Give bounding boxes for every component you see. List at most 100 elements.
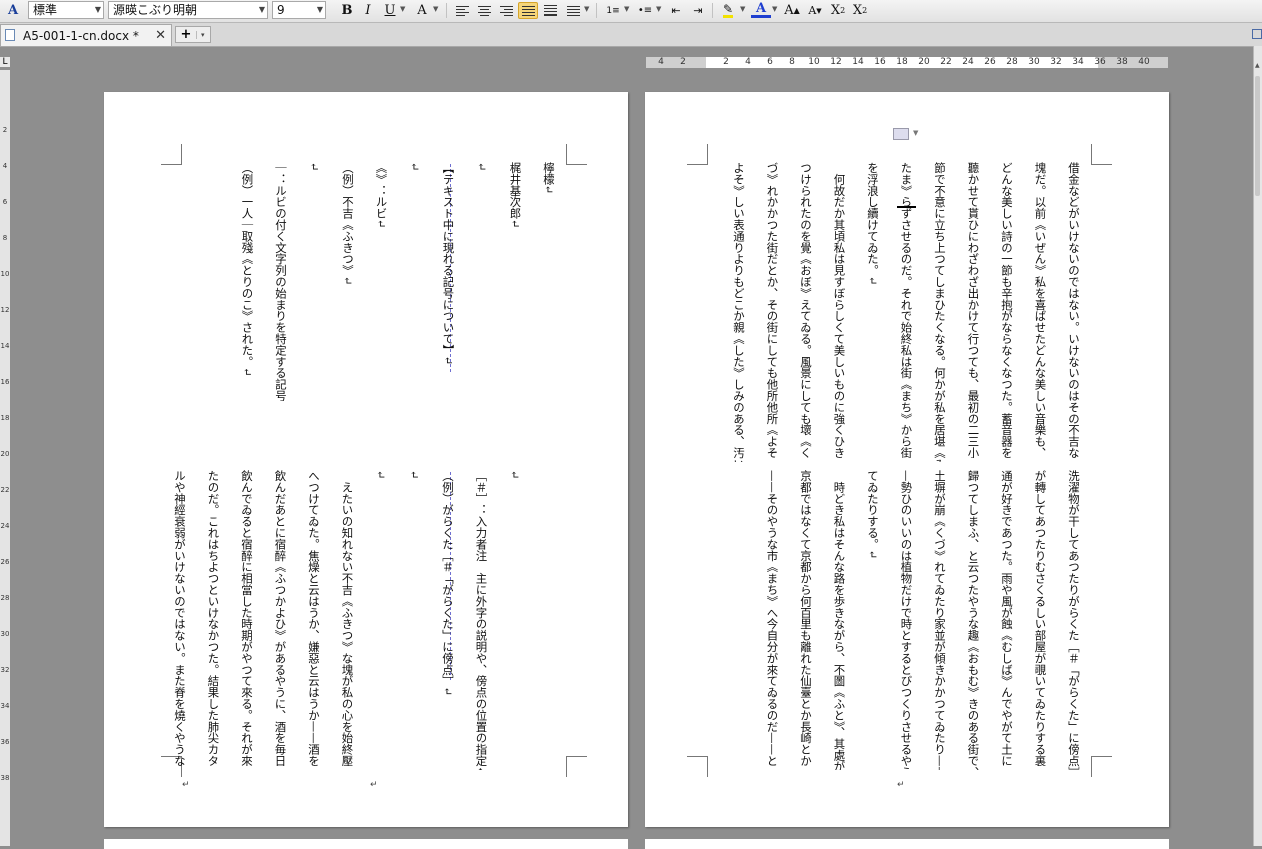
chevron-down-icon[interactable]: ▼ (584, 5, 589, 13)
text-column[interactable]: えたいの知れない不吉《ふきつ》な塊が私の心を始終壓 (341, 470, 355, 766)
align-left-button[interactable] (452, 2, 472, 19)
window-icon[interactable] (1252, 29, 1262, 39)
grow-font-button[interactable]: A ▲ (782, 2, 802, 19)
chevron-down-icon[interactable]: ▼ (400, 5, 405, 13)
toolbar-separator (596, 3, 597, 18)
tab-stop-selector[interactable]: L (0, 57, 10, 67)
text-column[interactable]: 京都ではなくて京都から何百里も離れた仙臺とか長崎とか (799, 470, 813, 766)
italic-button[interactable]: I (358, 2, 378, 19)
text-column[interactable]: てゐたりする。↵ (866, 470, 880, 559)
ruler-mark: 22 (0, 486, 10, 494)
chevron-down-icon[interactable]: ▼ (772, 5, 777, 13)
chevron-down-icon[interactable]: ▼ (433, 5, 438, 13)
text-column[interactable]: よそ》しい表通りよりもどこか親《した》しみのある、汚い (732, 162, 746, 462)
text-column[interactable]: 飲んでゐると宿醉に相當した時期がやつて來る。それが來 (240, 470, 254, 766)
text-column[interactable]: 塊だ。以前《いぜん》私を喜ばせたどんな美しい音樂も、 (1034, 162, 1048, 458)
text-column[interactable]: ↵ (374, 470, 388, 480)
text-column[interactable]: を浮浪し續けてゐた。↵ (866, 162, 880, 286)
justify-button[interactable] (518, 2, 538, 19)
text-column[interactable]: 何故だか其頃私は見すぼらしくて美しいものに強くひき (833, 162, 847, 458)
bullet-list-button[interactable]: •≡ (635, 2, 655, 19)
text-column[interactable]: 【テキスト中に現れる記号について】↵ (442, 162, 456, 365)
styles-icon[interactable]: A (2, 2, 24, 19)
text-column[interactable]: 時どき私はそんな路を歩きながら、不圖《ふと》、其處が (833, 470, 847, 770)
next-page-left (104, 839, 628, 849)
numbered-list-button[interactable]: 1≡ (603, 2, 623, 19)
decrease-indent-button[interactable]: ⇤ (666, 2, 686, 19)
text-column[interactable]: 歸つてしまふ、と云つたやうな趣《おもむ》きのある街で、 (967, 470, 981, 770)
ruler-mark: 10 (808, 57, 820, 67)
page-right[interactable]: ▼ ↵ 借金などがいけないのではない。いけないのはその不吉な 塊だ。以前《いぜん》… (645, 92, 1169, 827)
text-column[interactable]: 聽かせて貰ひにわざわざ出かけて行つても、最初の二三小 (967, 162, 981, 458)
text-column[interactable]: づ》れかかつた街だとか、その街にしても他所他所《よそ (766, 162, 780, 458)
chevron-down-icon: ▼ (316, 5, 323, 14)
page-left[interactable]: ↵ ↵ 檸檬↵ 梶井基次郎↵ ↵ 【テキスト中に現れる記号について】↵ ↵ 《》：ルビ↵ （… (104, 92, 628, 827)
increase-indent-button[interactable]: ⇥ (688, 2, 708, 19)
line-spacing-button[interactable] (563, 2, 583, 19)
font-size-select[interactable]: 9 ▼ (272, 1, 326, 19)
crop-mark (566, 756, 587, 777)
align-center-button[interactable] (474, 2, 494, 19)
text-column[interactable]: 通が好きであつた。雨や風が蝕《むしば》んでやがて土に (1000, 470, 1014, 766)
ruler-mark: 28 (1006, 57, 1018, 67)
text-column[interactable]: 洗濯物が干してあつたりがらくた［＃「がらくた」に傍点］ (1067, 470, 1081, 770)
text-column[interactable]: ｜：ルビの付く文字列の始まりを特定する記号 (274, 162, 288, 401)
chevron-down-icon[interactable]: ▼ (913, 129, 918, 137)
subscript-button[interactable]: X2 (850, 2, 870, 19)
text-column[interactable]: 檸檬↵ (542, 162, 556, 194)
text-column[interactable]: （例）がらくた［＃「がらくた」に傍点］↵ (441, 470, 455, 696)
text-column[interactable]: ——そのやうな市《まち》へ今自分が來てゐるのだ——と (766, 470, 780, 766)
scroll-up-icon[interactable]: ▲ (1255, 62, 1260, 69)
chevron-down-icon[interactable]: ▾ (196, 30, 205, 39)
text-column[interactable]: たま》らずさせるのだ。それで始終私は街《まち》から街 (900, 162, 914, 458)
text-column[interactable]: 《》：ルビ↵ (375, 162, 389, 229)
highlight-button[interactable]: ✎ (718, 2, 738, 19)
vertical-ruler[interactable]: 2 4 6 8 10 12 14 16 18 20 22 24 26 28 30 32 34 36 38 (0, 70, 10, 846)
superscript-label: X (830, 3, 841, 18)
formatting-toolbar: A 標準 ▼ 源暎こぶり明朝 ▼ 9 ▼ B I U ▼ A ▼ ▼ 1≡ ▼ … (0, 0, 1262, 23)
scrollbar-thumb[interactable] (1255, 76, 1260, 196)
text-column[interactable]: 土塀が崩《くづ》れてゐたり家並が傾きかかつてゐたり—— (933, 470, 947, 770)
char-shading-button[interactable]: A (412, 2, 432, 19)
text-column[interactable]: （例）一人｜取殘《とりのこ》された。↵ (241, 162, 255, 377)
font-name-select[interactable]: 源暎こぶり明朝 ▼ (108, 1, 268, 19)
text-column[interactable]: ↵ (408, 162, 422, 172)
document-tab-title: A5-001-1-cn.docx * (23, 29, 139, 43)
chevron-down-icon[interactable]: ▼ (624, 5, 629, 13)
chevron-down-icon[interactable]: ▼ (656, 5, 661, 13)
text-column[interactable]: 梶井基次郎↵ (509, 162, 523, 229)
text-column[interactable]: が轉してあつたりむさくるしい部屋が覗いてゐたりする裏 (1034, 470, 1048, 766)
bold-button[interactable]: B (337, 2, 357, 19)
new-tab-button[interactable]: + ▾ (175, 26, 211, 43)
font-color-button[interactable]: A (751, 1, 771, 18)
text-column[interactable]: へつけてゐた。焦燥と云はうか、嫌惡と云はうか——酒を (307, 470, 321, 766)
text-column[interactable]: 飲んだあとに宿醉《ふつかよひ》があるやうに、酒を毎日 (274, 470, 288, 766)
text-column[interactable]: ［＃］：入力者注 主に外字の説明や、傍点の位置の指定↵ (475, 470, 489, 770)
underline-button[interactable]: U (380, 2, 400, 19)
text-column[interactable]: ↵ (508, 470, 522, 480)
document-tab[interactable]: A5-001-1-cn.docx * ✕ (0, 24, 172, 46)
text-column[interactable]: ↵ (308, 162, 322, 172)
chevron-down-icon[interactable]: ▼ (740, 5, 745, 13)
subscript-mark: 2 (862, 6, 868, 15)
text-column[interactable]: ルや神經衰弱がいけないのではない。また脊を燒くやうな (173, 470, 187, 766)
text-column[interactable]: ↵ (408, 470, 422, 480)
text-column[interactable]: ↵ (475, 162, 489, 172)
vertical-scrollbar[interactable]: ▲ (1253, 46, 1262, 846)
text-column[interactable]: —勢ひのいいのは植物だけで時とするとびつくりさせるやうな向日葵《ひまはり》があつ… (900, 470, 914, 770)
superscript-button[interactable]: X2 (828, 2, 848, 19)
paragraph-style-select[interactable]: 標準 ▼ (28, 1, 104, 19)
shrink-font-button[interactable]: A ▼ (805, 2, 825, 19)
text-column[interactable]: （例）不吉《ふきつ》↵ (341, 162, 355, 286)
paste-options-icon[interactable] (893, 128, 909, 140)
text-column[interactable]: つけられたのを覺《おぼ》えてゐる。風景にしても壞《く (799, 162, 813, 458)
distributed-align-button[interactable] (540, 2, 560, 19)
align-right-button[interactable] (496, 2, 516, 19)
close-icon[interactable]: ✕ (155, 28, 166, 43)
ruler-mark: 2 (723, 57, 729, 67)
text-column[interactable]: 借金などがいけないのではない。いけないのはその不吉な (1067, 162, 1081, 458)
text-column[interactable]: 節で不意に立ち上つてしまひたくなる。何かが私を居堪《ゐ (933, 162, 947, 462)
text-column[interactable]: どんな美しい詩の一節も辛抱がならなくなつた。蓄音器を (1000, 162, 1014, 458)
text-column[interactable]: たのだ。これはちよつといけなかつた。結果した肺尖カタ (207, 470, 221, 766)
horizontal-ruler[interactable]: 4 2 2 4 6 8 10 12 14 16 18 20 22 24 26 28 30 32 34 36 38 40 (646, 57, 1168, 68)
